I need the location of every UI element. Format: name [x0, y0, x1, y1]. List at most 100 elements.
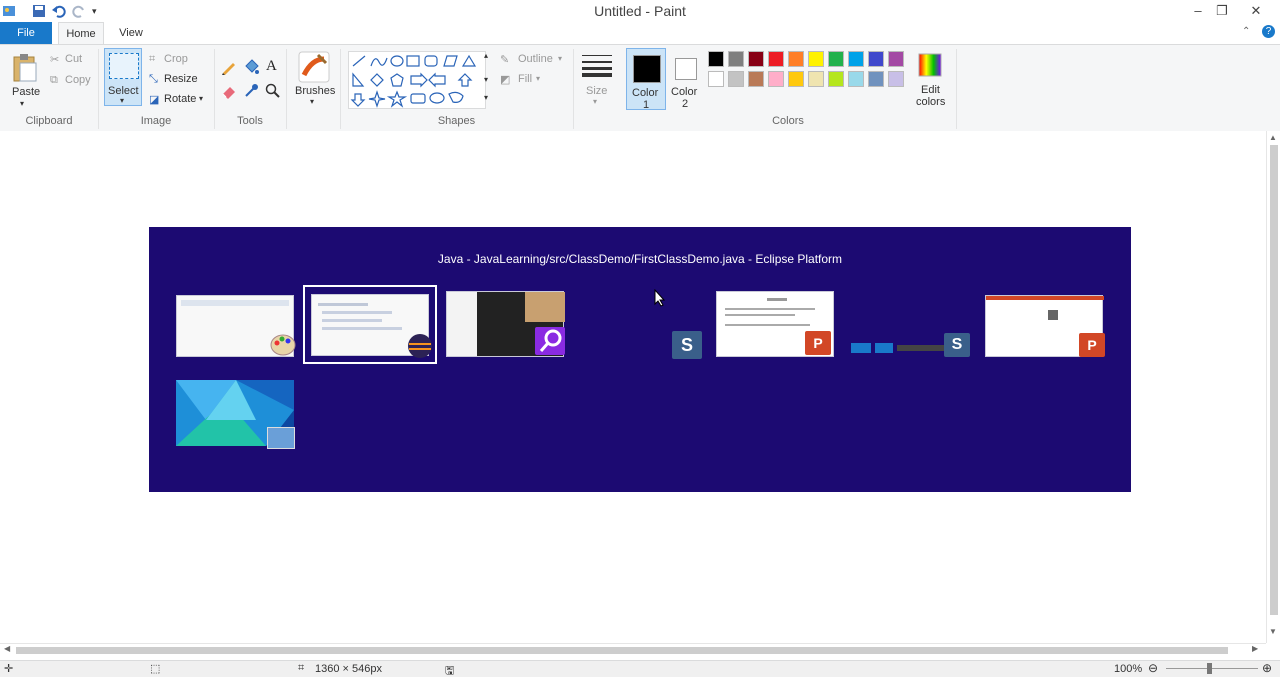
paste-button[interactable]: Paste [12, 86, 40, 98]
edit-colors-label-2[interactable]: colors [916, 96, 945, 108]
scroll-up-icon[interactable]: ▲ [1269, 133, 1277, 142]
paste-icon[interactable] [12, 53, 38, 86]
palette-swatch[interactable] [748, 51, 764, 67]
rotate-icon: ◪ [149, 94, 160, 106]
color-palette [706, 50, 912, 94]
resize-icon: ⤡ [149, 73, 158, 85]
copy-button[interactable]: Copy [65, 74, 91, 86]
shapes-scroll-up-icon[interactable]: ▴ [484, 51, 488, 60]
snagit-icon: S [672, 331, 702, 359]
palette-swatch[interactable] [868, 71, 884, 87]
pencil-icon[interactable] [221, 59, 237, 78]
clipboard-group-label: Clipboard [25, 115, 73, 127]
zoom-slider-track[interactable] [1166, 668, 1258, 669]
ribbon-separator [286, 49, 287, 129]
shapes-more-icon[interactable]: ▾ [484, 93, 488, 102]
thumbnail-eclipse-selected[interactable] [303, 285, 437, 364]
scroll-down-icon[interactable]: ▼ [1269, 627, 1277, 636]
tools-group-label: Tools [237, 115, 263, 127]
color1-button[interactable]: Color 1 [626, 48, 666, 111]
help-icon[interactable]: ? [1262, 25, 1275, 38]
zoom-in-button[interactable]: ⊕ [1262, 661, 1272, 675]
paint-app-icon [269, 331, 297, 360]
vertical-scrollbar[interactable]: ▲ ▼ [1266, 131, 1280, 643]
paste-dropdown-icon[interactable]: ▾ [20, 99, 24, 108]
select-dropdown-icon: ▾ [120, 96, 125, 105]
resize-button[interactable]: Resize [164, 73, 198, 85]
pasted-screenshot-alt-tab-switcher[interactable]: Java - JavaLearning/src/ClassDemo/FirstC… [149, 227, 1131, 492]
cursor-position-icon: ✛ [4, 663, 14, 675]
palette-swatch[interactable] [788, 51, 804, 67]
palette-swatch[interactable] [768, 51, 784, 67]
image-size-icon: ⌗ [298, 662, 305, 674]
brushes-button[interactable]: Brushes [295, 85, 335, 97]
rotate-dropdown-icon[interactable]: ▾ [199, 94, 203, 103]
horizontal-scroll-thumb[interactable] [16, 647, 1228, 654]
image-group-label: Image [140, 115, 172, 127]
size-dropdown-icon[interactable]: ▾ [593, 97, 597, 106]
color2-button[interactable]: Color 2 [666, 48, 706, 110]
palette-swatch[interactable] [708, 71, 724, 87]
fill-bucket-icon[interactable] [243, 59, 259, 78]
palette-swatch[interactable] [888, 51, 904, 67]
fill-button[interactable]: Fill [518, 73, 532, 85]
size-button[interactable]: Size [586, 85, 607, 97]
outline-dropdown-icon[interactable]: ▾ [558, 54, 562, 63]
palette-swatch[interactable] [868, 51, 884, 67]
palette-swatch[interactable] [728, 71, 744, 87]
palette-swatch[interactable] [808, 51, 824, 67]
palette-swatch[interactable] [828, 51, 844, 67]
palette-swatch[interactable] [748, 71, 764, 87]
shapes-gallery[interactable] [348, 51, 486, 109]
shapes-scroll-down-icon[interactable]: ▾ [484, 75, 488, 84]
color-picker-icon[interactable] [243, 83, 259, 102]
crop-button[interactable]: Crop [164, 53, 188, 65]
magnifier-icon[interactable] [265, 83, 281, 102]
size-icon[interactable] [582, 53, 612, 80]
zoom-slider-handle[interactable] [1207, 663, 1212, 674]
palette-swatch[interactable] [888, 71, 904, 87]
tab-home[interactable]: Home [58, 22, 104, 44]
palette-swatch[interactable] [808, 71, 824, 87]
file-size-icon: 🖫 [445, 665, 455, 677]
fill-dropdown-icon[interactable]: ▾ [536, 74, 540, 83]
palette-swatch[interactable] [768, 71, 784, 87]
rotate-button[interactable]: Rotate [164, 93, 196, 105]
close-button[interactable]: ✕ [1242, 2, 1270, 20]
select-button[interactable]: Select ▾ [104, 48, 142, 106]
collapse-ribbon-icon[interactable]: ⌃ [1242, 26, 1250, 37]
zoom-out-button[interactable]: ⊖ [1148, 661, 1158, 675]
palette-swatch[interactable] [828, 71, 844, 87]
scroll-left-icon[interactable]: ◀ [4, 644, 10, 653]
palette-swatch[interactable] [788, 71, 804, 87]
vertical-scroll-thumb[interactable] [1270, 145, 1278, 615]
horizontal-scrollbar[interactable]: ◀ ▶ [0, 643, 1266, 657]
palette-swatch[interactable] [848, 71, 864, 87]
edit-colors-icon[interactable] [918, 53, 942, 80]
palette-swatch[interactable] [728, 51, 744, 67]
palette-swatch[interactable] [848, 51, 864, 67]
color2-label: Color [671, 86, 698, 98]
powerpoint-icon: P [805, 331, 831, 355]
powerpoint-icon: P [1079, 333, 1105, 357]
switcher-window-title: Java - JavaLearning/src/ClassDemo/FirstC… [437, 252, 843, 266]
edit-colors-label-1[interactable]: Edit [921, 84, 940, 96]
restore-button[interactable]: ❐ [1208, 2, 1236, 20]
scroll-right-icon[interactable]: ▶ [1252, 644, 1258, 653]
tab-file[interactable]: File [0, 22, 52, 44]
outline-button[interactable]: Outline [518, 53, 553, 65]
palette-swatch[interactable] [708, 51, 724, 67]
tab-view[interactable]: View [110, 22, 152, 44]
window-title: Untitled - Paint [594, 3, 686, 19]
text-icon[interactable]: A [266, 58, 277, 75]
desktop-icon [267, 427, 295, 449]
crop-icon: ⌗ [149, 53, 156, 65]
brushes-icon[interactable] [298, 51, 330, 86]
outline-icon: ✎ [500, 54, 510, 66]
eraser-icon[interactable] [221, 83, 237, 102]
shapes-group-label: Shapes [437, 115, 476, 127]
brushes-dropdown-icon[interactable]: ▾ [310, 97, 314, 106]
cut-button[interactable]: Cut [65, 53, 82, 65]
cut-icon: ✂ [50, 54, 60, 66]
color1-number: 1 [643, 99, 650, 111]
